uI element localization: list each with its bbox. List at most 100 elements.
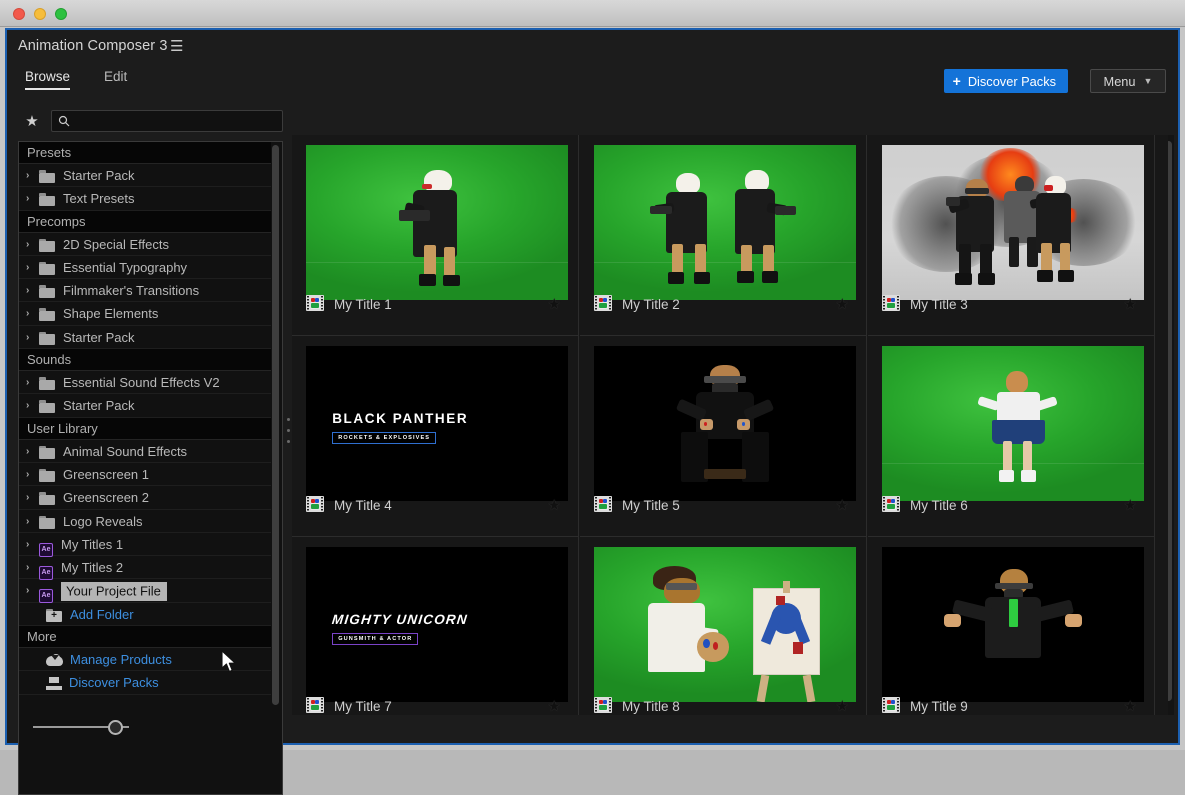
discover-packs-button[interactable]: + Discover Packs (944, 69, 1068, 93)
media-thumbnail-icon (306, 295, 324, 311)
title-card: MIGHTY UNICORN GUNSMITH & ACTOR (332, 612, 468, 645)
search-input[interactable] (51, 110, 283, 132)
thumbnail-preview[interactable] (882, 346, 1144, 501)
item-meta-row: My Title 3 ★ (868, 292, 1155, 318)
item-title: My Title 2 (622, 292, 680, 318)
tree-item-label: Manage Products (70, 652, 172, 667)
media-thumbnail-icon (306, 496, 324, 512)
tree-item-2d-special-effects[interactable]: ›2D Special Effects (19, 233, 271, 256)
chevron-down-icon: ▼ (1144, 76, 1153, 86)
tree-item-add-folder[interactable]: Add Folder (19, 603, 271, 626)
after-effects-file-icon: Ae (39, 543, 53, 557)
add-folder-icon (46, 609, 62, 622)
zoom-slider-handle[interactable] (108, 720, 123, 735)
thumbnail-preview[interactable] (882, 145, 1144, 300)
thumbnail-preview[interactable] (882, 547, 1144, 702)
sidebar-search-row: ★ (18, 108, 283, 136)
expand-arrow-icon[interactable]: › (26, 556, 29, 579)
grid-cell[interactable]: BLACK PANTHER ROCKETS & EXPLOSIVES My Ti… (292, 336, 579, 537)
window-close-button[interactable] (13, 8, 25, 20)
library-tree: Presets›Starter Pack›Text PresetsPrecomp… (19, 142, 271, 695)
expand-arrow-icon[interactable]: › (26, 279, 29, 302)
thumbnail-preview[interactable] (594, 145, 856, 300)
actor-figure (400, 170, 479, 291)
panel-header: Animation Composer 3 ☰ (7, 30, 1178, 64)
expand-arrow-icon[interactable]: › (26, 187, 29, 210)
favorites-star-icon[interactable]: ★ (22, 112, 42, 132)
tree-item-my-titles-2[interactable]: ›AeMy Titles 2 (19, 556, 271, 579)
tree-item-label: Shape Elements (63, 306, 158, 321)
tree-item-your-project-file[interactable]: ›AeYour Project File (19, 579, 271, 602)
window-minimize-button[interactable] (34, 8, 46, 20)
item-meta-row: My Title 5 ★ (580, 493, 867, 519)
grid-cell[interactable]: My Title 9 ★ (868, 537, 1155, 715)
title-card-main: BLACK PANTHER (332, 411, 468, 426)
expand-arrow-icon[interactable]: › (26, 579, 29, 602)
tree-item-essential-sound-effects-v2[interactable]: ›Essential Sound Effects V2 (19, 371, 271, 394)
library-tree-container[interactable]: Presets›Starter Pack›Text PresetsPrecomp… (18, 141, 283, 795)
tree-item-shape-elements[interactable]: › Shape Elements (19, 302, 271, 325)
tree-item-discover-packs[interactable]: Discover Packs (19, 671, 271, 694)
expand-arrow-icon[interactable]: › (26, 256, 29, 279)
expand-arrow-icon[interactable]: › (26, 510, 29, 533)
expand-arrow-icon[interactable]: › (26, 164, 29, 187)
folder-icon (39, 400, 55, 413)
expand-arrow-icon[interactable]: › (26, 371, 29, 394)
tree-item-starter-pack[interactable]: ›Starter Pack (19, 164, 271, 187)
expand-arrow-icon[interactable]: › (26, 302, 29, 325)
grid-cell[interactable]: My Title 8 ★ (580, 537, 867, 715)
thumbnail-preview[interactable] (306, 145, 568, 300)
expand-arrow-icon[interactable]: › (26, 486, 29, 509)
sidebar-scrollbar[interactable] (272, 145, 279, 705)
grid-cell[interactable]: My Title 2 ★ (580, 135, 867, 336)
thumbnail-preview[interactable] (594, 547, 856, 702)
grid-cell[interactable]: My Title 5 ★ (580, 336, 867, 537)
tab-edit[interactable]: Edit (104, 69, 127, 88)
expand-arrow-icon[interactable]: › (26, 233, 29, 256)
favorite-star-icon[interactable]: ★ (1124, 292, 1137, 318)
tree-item-manage-products[interactable]: Manage Products (19, 648, 271, 671)
title-card: BLACK PANTHER ROCKETS & EXPLOSIVES (332, 411, 468, 444)
tree-item-filmmaker-s-transitions[interactable]: ›Filmmaker's Transitions (19, 279, 271, 302)
folder-icon (39, 308, 55, 321)
thumbnail-preview[interactable]: MIGHTY UNICORN GUNSMITH & ACTOR (306, 547, 568, 702)
folder-icon (39, 377, 55, 390)
item-meta-row: My Title 6 ★ (868, 493, 1155, 519)
favorite-star-icon[interactable]: ★ (1124, 493, 1137, 519)
grid-cell[interactable]: My Title 6 ★ (868, 336, 1155, 537)
expand-arrow-icon[interactable]: › (26, 533, 29, 556)
hamburger-icon[interactable]: ☰ (170, 39, 183, 54)
tree-item-greenscreen-1[interactable]: ›Greenscreen 1 (19, 463, 271, 486)
tree-item-my-titles-1[interactable]: ›AeMy Titles 1 (19, 533, 271, 556)
tree-item-essential-typography[interactable]: ›Essential Typography (19, 256, 271, 279)
item-title: My Title 3 (910, 292, 968, 318)
favorite-star-icon[interactable]: ★ (548, 292, 561, 318)
favorite-star-icon[interactable]: ★ (548, 493, 561, 519)
expand-arrow-icon[interactable]: › (26, 440, 29, 463)
expand-arrow-icon[interactable]: › (26, 326, 29, 349)
folder-icon (39, 469, 55, 482)
thumbnail-preview[interactable] (594, 346, 856, 501)
grid-cell[interactable]: My Title 3 ★ (868, 135, 1155, 336)
tree-item-animal-sound-effects[interactable]: ›Animal Sound Effects (19, 440, 271, 463)
window-maximize-button[interactable] (55, 8, 67, 20)
tree-item-label: Text Presets (63, 191, 135, 206)
tree-item-logo-reveals[interactable]: ›Logo Reveals (19, 510, 271, 533)
tree-item-starter-pack[interactable]: ›Starter Pack (19, 394, 271, 417)
tree-item-starter-pack[interactable]: ›Starter Pack (19, 326, 271, 349)
thumbnail-preview[interactable]: BLACK PANTHER ROCKETS & EXPLOSIVES (306, 346, 568, 501)
favorite-star-icon[interactable]: ★ (836, 292, 849, 318)
panel-splitter-handle[interactable] (284, 410, 292, 458)
footer-bar (7, 711, 1178, 743)
expand-arrow-icon[interactable]: › (26, 394, 29, 417)
tree-section-header: Presets (19, 142, 271, 164)
grid-cell[interactable]: My Title 1 ★ (292, 135, 579, 336)
sidebar: ★ Presets›Starter Pack›Text PresetsPreco… (18, 108, 283, 715)
tree-item-greenscreen-2[interactable]: ›Greenscreen 2 (19, 486, 271, 509)
grid-cell[interactable]: MIGHTY UNICORN GUNSMITH & ACTOR My Title… (292, 537, 579, 715)
menu-button[interactable]: Menu ▼ (1090, 69, 1166, 93)
expand-arrow-icon[interactable]: › (26, 463, 29, 486)
tab-browse[interactable]: Browse (25, 69, 70, 90)
tree-item-text-presets[interactable]: › Text Presets (19, 187, 271, 210)
favorite-star-icon[interactable]: ★ (836, 493, 849, 519)
